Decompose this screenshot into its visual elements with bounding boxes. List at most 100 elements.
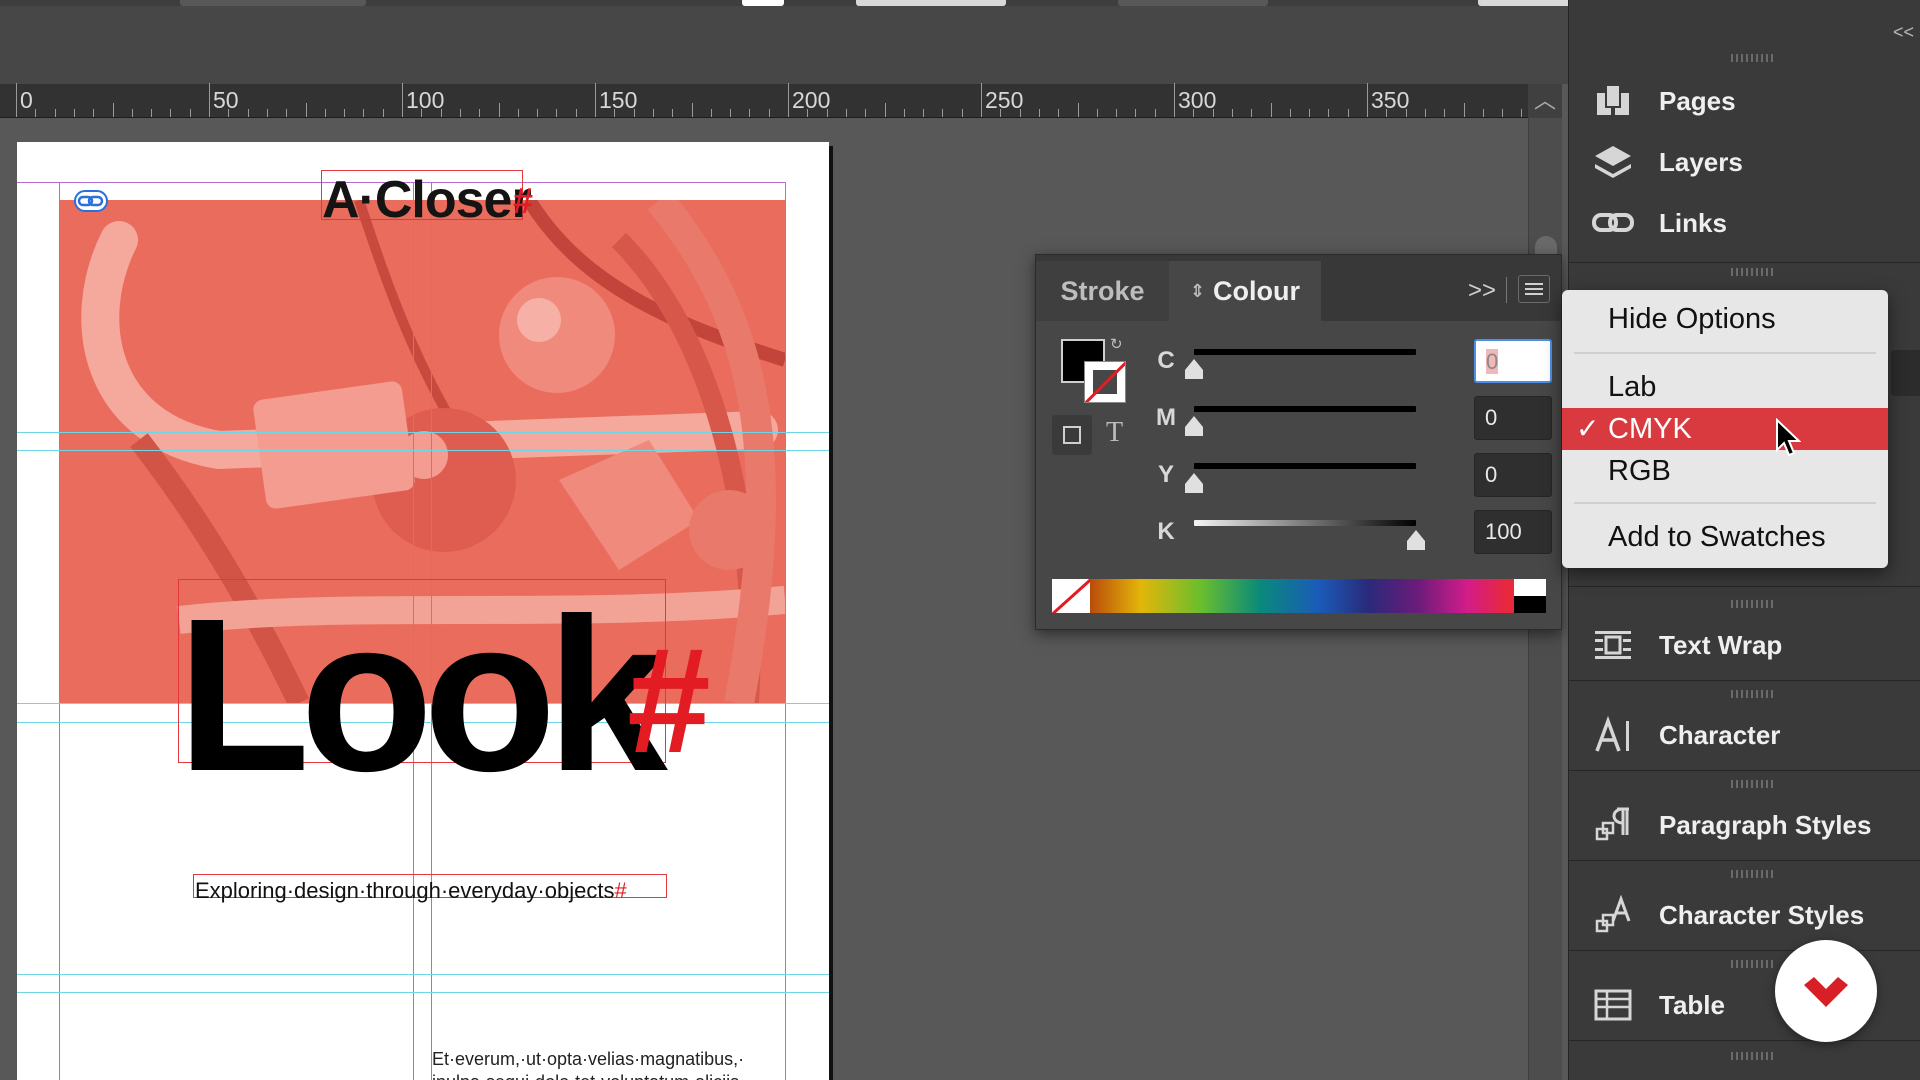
ruler-tick (1038, 109, 1040, 117)
tab-colour[interactable]: ⇕ Colour (1169, 261, 1321, 321)
panel-tab-bar: Stroke ⇕ Colour >> (1036, 255, 1561, 321)
dock-grip[interactable] (1731, 54, 1773, 62)
ruler-tick (1058, 109, 1060, 117)
ruler-guide (17, 450, 829, 451)
subtitle-text: Exploring·design·through·everyday·object… (195, 878, 627, 904)
swap-arrow-icon[interactable]: ↻ (1110, 335, 1123, 353)
scroll-up-icon[interactable]: ︿ (1528, 84, 1562, 118)
formatting-text-icon[interactable]: T (1106, 417, 1123, 449)
colour-panel[interactable]: Stroke ⇕ Colour >> ↻ T C 0 % M 0 % Y 0 %… (1035, 254, 1582, 630)
big-word-text: Look (177, 574, 668, 817)
ruler-tick (710, 109, 712, 117)
hidden-panel-tab[interactable] (1891, 350, 1920, 396)
body-copy-text[interactable]: Et·everum,·ut·opta·velias·magnatibus,· i… (432, 1048, 762, 1080)
dock-item-paragraph-styles[interactable]: Paragraph Styles (1569, 794, 1920, 856)
horizontal-ruler[interactable]: 0 50 100 150 200 250 300 350 (0, 83, 1528, 118)
yellow-slider-track[interactable] (1194, 463, 1416, 469)
yellow-slider-handle[interactable] (1185, 473, 1203, 493)
dock-grip[interactable] (1731, 600, 1773, 608)
black-slider-handle[interactable] (1407, 530, 1425, 550)
ruler-tick (981, 83, 982, 117)
dock-item-label: Layers (1659, 146, 1743, 177)
paragraph-styles-icon (1591, 803, 1635, 847)
ruler-tick (845, 109, 847, 117)
dock-grip[interactable] (1731, 780, 1773, 788)
ruler-tick (459, 109, 461, 117)
dock-item-label: Pages (1659, 85, 1736, 116)
ruler-tick (479, 109, 481, 117)
ruler-label: 350 (1371, 87, 1410, 113)
ruler-tick (131, 109, 133, 117)
none-swatch[interactable] (1052, 579, 1090, 613)
menu-separator (1574, 352, 1876, 354)
colour-spectrum-ramp[interactable] (1052, 579, 1546, 613)
dock-separator (1569, 860, 1920, 861)
magenta-slider-handle[interactable] (1185, 416, 1203, 436)
ruler-tick (1096, 109, 1098, 117)
menu-item-add-to-swatches[interactable]: Add to Swatches (1562, 516, 1888, 558)
ruler-tick (266, 109, 268, 117)
ruler-tick (961, 109, 963, 117)
ruler-tick (826, 109, 828, 117)
document-page[interactable]: A·Closer # Look # Exploring·design·throu… (17, 142, 829, 1080)
cyan-slider-handle[interactable] (1185, 359, 1203, 379)
black-white-swatch[interactable] (1514, 579, 1546, 613)
ruler-tick (344, 109, 346, 117)
yellow-value-input[interactable]: 0 (1474, 453, 1552, 497)
ruler-tick (1270, 103, 1272, 117)
cyan-value-text: 0 (1486, 349, 1499, 374)
ruler-tick (112, 103, 114, 117)
mouse-pointer-icon (1776, 418, 1801, 457)
stroke-swatch[interactable] (1084, 361, 1126, 403)
control-bar-area (0, 6, 1568, 84)
ruler-tick (228, 109, 230, 117)
dock-item-links[interactable]: Links (1569, 192, 1920, 254)
collapse-dock-icon[interactable]: << (1893, 22, 1914, 43)
links-icon (1591, 201, 1635, 245)
dock-grip[interactable] (1731, 960, 1773, 968)
ruler-tick (402, 83, 403, 117)
menu-item-lab[interactable]: Lab (1562, 366, 1888, 408)
colour-mode-menu[interactable]: Hide Options Lab ✓ CMYK RGB Add to Swatc… (1562, 290, 1888, 568)
dock-separator (1569, 680, 1920, 681)
floating-action-button[interactable] (1775, 940, 1877, 1042)
formatting-container-icon[interactable] (1052, 415, 1092, 455)
dock-separator (1569, 262, 1920, 263)
hamburger-menu-icon[interactable] (1518, 275, 1550, 303)
dock-item-text-wrap[interactable]: Text Wrap (1569, 614, 1920, 676)
magenta-slider-track[interactable] (1194, 406, 1416, 412)
dock-item-character-styles[interactable]: Character Styles (1569, 884, 1920, 946)
cyan-value-input[interactable]: 0 (1474, 339, 1552, 383)
tab-colour-label: Colour (1213, 275, 1301, 306)
cyan-slider-track[interactable] (1194, 349, 1416, 355)
dock-item-character[interactable]: Character (1569, 704, 1920, 766)
ruler-tick (305, 103, 307, 117)
menu-item-rgb[interactable]: RGB (1562, 450, 1888, 492)
black-slider-track[interactable] (1194, 520, 1416, 526)
ruler-tick (1347, 109, 1349, 117)
link-icon[interactable] (74, 190, 108, 212)
black-value-input[interactable]: 100 (1474, 510, 1552, 554)
dock-grip[interactable] (1731, 1052, 1773, 1060)
double-chevron-right-icon[interactable]: >> (1468, 277, 1496, 305)
ruler-tick (382, 109, 384, 117)
dock-item-label: Text Wrap (1659, 629, 1783, 660)
channel-label: M (1156, 404, 1176, 431)
tab-stroke[interactable]: Stroke (1036, 261, 1169, 321)
dock-grip[interactable] (1731, 870, 1773, 878)
dock-item-pages[interactable]: Pages (1569, 70, 1920, 132)
dock-separator (1569, 770, 1920, 771)
dock-grip[interactable] (1731, 690, 1773, 698)
magenta-value-input[interactable]: 0 (1474, 396, 1552, 440)
subtitle-string: Exploring·design·through·everyday·object… (195, 878, 615, 903)
ruler-tick (884, 103, 886, 117)
ruler-guide (17, 974, 829, 975)
subtitle-end-mark: # (614, 878, 627, 903)
body-line: inulpa·sequi·dolo·tet·voluptatum·aliciis… (432, 1071, 762, 1080)
ruler-tick (1212, 109, 1214, 117)
menu-item-cmyk[interactable]: ✓ CMYK (1562, 408, 1888, 450)
dock-item-layers[interactable]: Layers (1569, 131, 1920, 193)
character-styles-icon (1591, 893, 1635, 937)
menu-item-hide-options[interactable]: Hide Options (1562, 298, 1888, 340)
dock-grip[interactable] (1731, 268, 1773, 276)
